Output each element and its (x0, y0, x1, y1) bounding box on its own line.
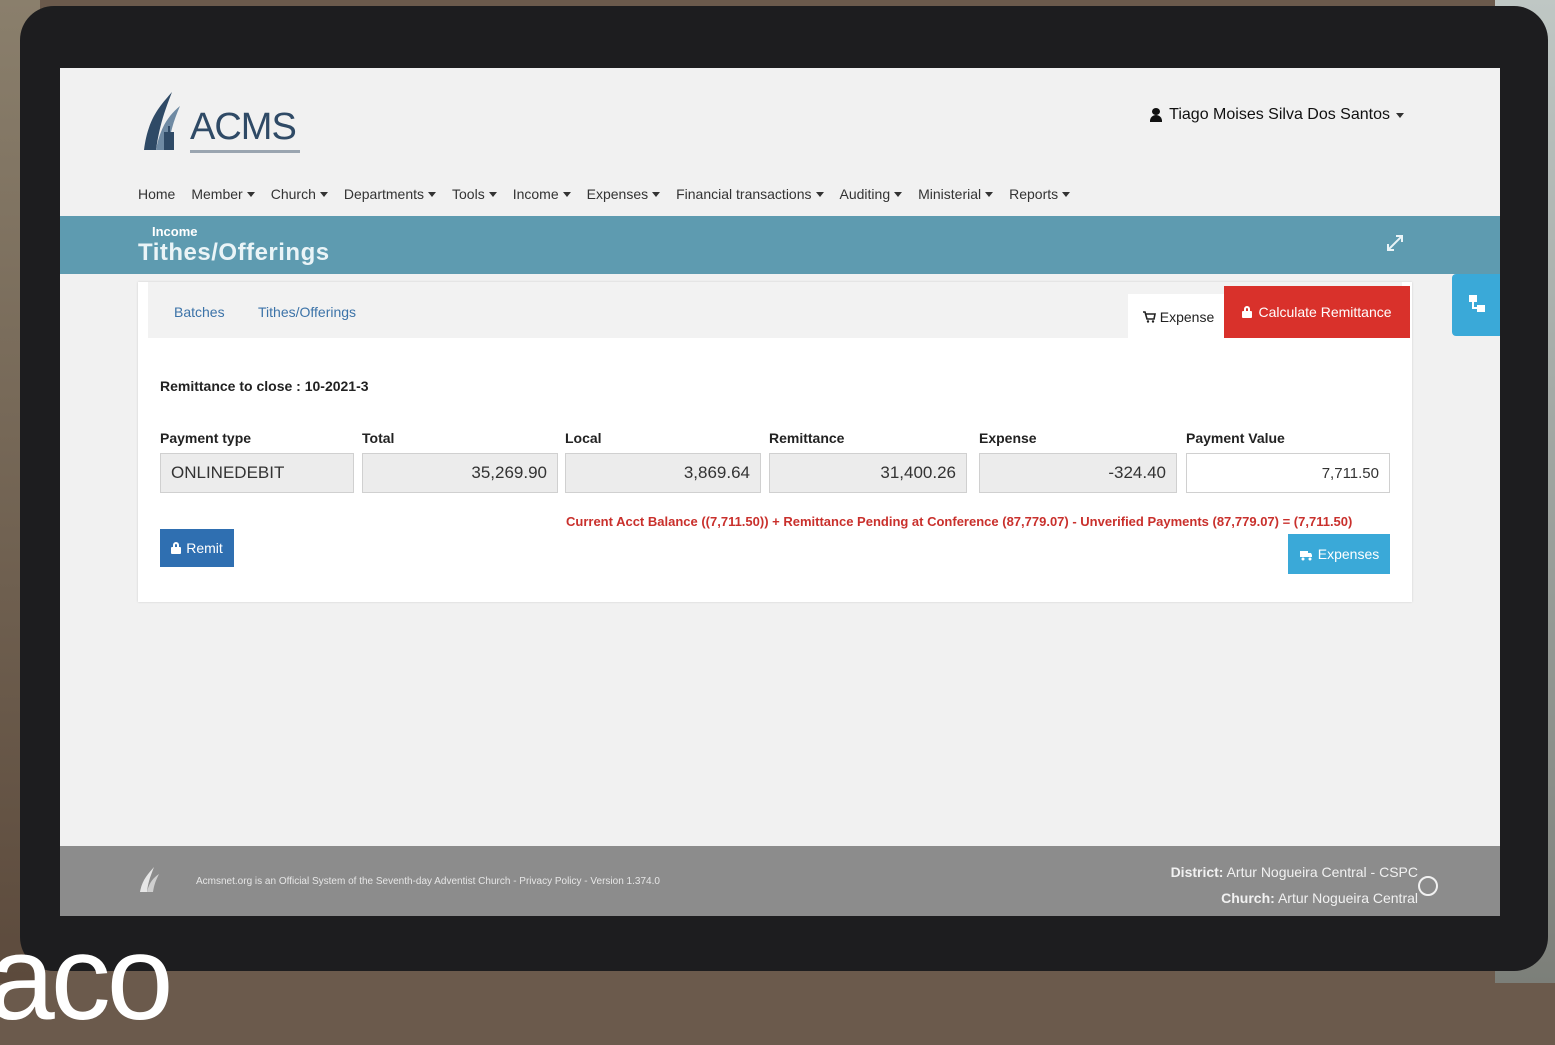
nav-tools[interactable]: Tools (452, 186, 497, 202)
logo-tagline-bar (190, 150, 300, 153)
expense-field: -324.40 (979, 453, 1177, 493)
nav-church[interactable]: Church (271, 186, 328, 202)
lock-icon (171, 542, 182, 554)
chevron-down-icon (488, 191, 497, 197)
nav-member[interactable]: Member (191, 186, 255, 202)
tab-batches[interactable]: Batches (174, 304, 225, 320)
tab-bar: Batches Tithes/Offerings Expense Calcula… (148, 282, 1410, 340)
balance-summary: Current Acct Balance ((7,711.50)) + Remi… (566, 514, 1353, 529)
footer-church[interactable]: Church: Artur Nogueira Central (1221, 890, 1418, 906)
remittance-title: Remittance to close : 10-2021-3 (160, 378, 369, 394)
side-panel-toggle[interactable] (1452, 274, 1500, 336)
nav-departments[interactable]: Departments (344, 186, 437, 202)
main-nav: Home Member Church Departments Tools Inc… (138, 186, 1086, 202)
remittance-field: 31,400.26 (769, 453, 967, 493)
chevron-down-icon (428, 191, 437, 197)
footer-district[interactable]: District: Artur Nogueira Central - CSPC (1171, 864, 1418, 880)
header-remittance: Remittance (769, 430, 845, 446)
chevron-down-icon (815, 191, 824, 197)
footer: Acmsnet.org is an Official System of the… (60, 846, 1500, 916)
expense-button-label: Expense (1159, 309, 1215, 325)
header-expense: Expense (979, 430, 1037, 446)
page-title: Tithes/Offerings (138, 239, 330, 266)
user-name: Tiago Moises Silva Dos Santos (1169, 106, 1390, 123)
calculate-remittance-button[interactable]: Calculate Remittance (1224, 286, 1410, 338)
nav-income[interactable]: Income (513, 186, 571, 202)
nav-auditing[interactable]: Auditing (840, 186, 903, 202)
user-icon (1149, 108, 1163, 122)
logo-text: ACMS (190, 106, 297, 148)
chevron-down-icon (652, 191, 661, 197)
chevron-down-icon (562, 191, 571, 197)
church-flame-icon (144, 92, 180, 150)
total-field: 35,269.90 (362, 453, 558, 493)
expense-button[interactable]: Expense (1128, 294, 1228, 340)
footer-legal-text: Acmsnet.org is an Official System of the… (196, 876, 660, 887)
page-title-band: Income Tithes/Offerings (60, 216, 1500, 274)
chevron-down-icon (1396, 112, 1404, 118)
chevron-down-icon (985, 191, 994, 197)
expenses-button-label: Expenses (1317, 546, 1380, 562)
chevron-down-icon (246, 191, 255, 197)
remittance-card: Batches Tithes/Offerings Expense Calcula… (138, 282, 1412, 602)
nav-home[interactable]: Home (138, 186, 175, 202)
local-field: 3,869.64 (565, 453, 761, 493)
user-menu[interactable]: Tiago Moises Silva Dos Santos (1149, 106, 1404, 124)
expenses-button[interactable]: Expenses (1288, 534, 1390, 574)
acms-logo[interactable]: ACMS (138, 88, 308, 158)
remit-button[interactable]: Remit (160, 529, 234, 567)
chevron-down-icon (894, 191, 903, 197)
screen: ACMS Tiago Moises Silva Dos Santos Home … (60, 68, 1500, 916)
calculate-remittance-label: Calculate Remittance (1258, 304, 1392, 320)
chevron-down-icon (319, 191, 328, 197)
nav-expenses[interactable]: Expenses (587, 186, 661, 202)
hierarchy-icon (1469, 295, 1485, 312)
nav-financial-transactions[interactable]: Financial transactions (676, 186, 824, 202)
nav-ministerial[interactable]: Ministerial (918, 186, 994, 202)
header-payment-value: Payment Value (1186, 430, 1285, 446)
header-payment-type: Payment type (160, 430, 252, 446)
overlay-caption: aco (0, 911, 173, 1045)
chevron-down-icon (1062, 191, 1071, 197)
payment-type-field: ONLINEDEBIT (160, 453, 354, 493)
church-flame-icon (140, 867, 159, 892)
nav-reports[interactable]: Reports (1009, 186, 1071, 202)
tab-tithes-offerings[interactable]: Tithes/Offerings (258, 304, 356, 320)
truck-icon (1299, 550, 1312, 560)
payment-value-input[interactable]: 7,711.50 (1186, 453, 1390, 493)
header-total: Total (362, 430, 395, 446)
remit-button-label: Remit (186, 540, 223, 556)
lock-icon (1242, 306, 1253, 318)
cart-icon (1142, 311, 1156, 323)
expand-icon[interactable] (1386, 234, 1404, 252)
help-icon[interactable] (1418, 876, 1438, 896)
breadcrumb: Income (152, 224, 198, 239)
header-local: Local (565, 430, 602, 446)
